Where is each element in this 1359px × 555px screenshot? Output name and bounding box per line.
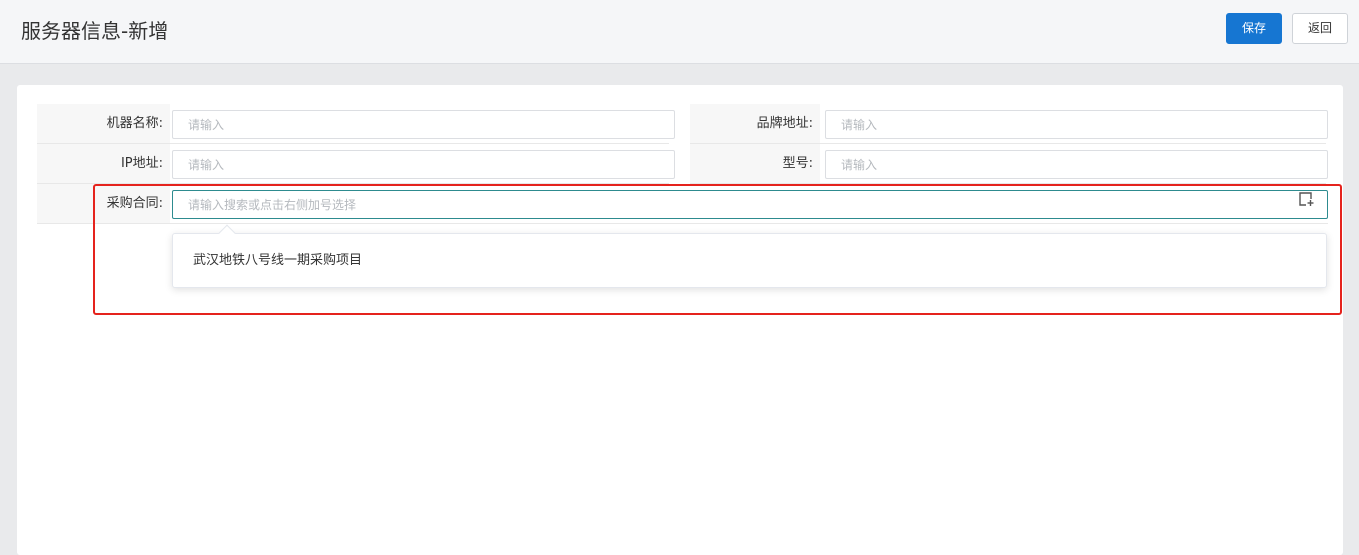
machine-name-input[interactable]: [172, 110, 675, 139]
form-row-model: 型号:: [690, 144, 1328, 184]
brand-address-label: 品牌地址:: [690, 104, 820, 143]
back-button[interactable]: 返回: [1292, 13, 1348, 44]
dropdown-arrow: [218, 224, 236, 242]
page-title: 服务器信息-新增: [21, 19, 169, 43]
save-button[interactable]: 保存: [1226, 13, 1282, 44]
page-header: 服务器信息-新增 保存 返回: [0, 0, 1359, 64]
form-row-brand-address: 品牌地址:: [690, 104, 1328, 144]
machine-name-label: 机器名称:: [37, 104, 170, 143]
model-input[interactable]: [825, 150, 1328, 179]
add-box-icon[interactable]: [1298, 191, 1314, 207]
contract-dropdown: 武汉地铁八号线一期采购项目: [172, 224, 1327, 288]
form-row-machine-name: 机器名称:: [37, 104, 675, 144]
ip-address-label: IP地址:: [37, 144, 170, 183]
brand-address-input[interactable]: [825, 110, 1328, 139]
form-row-purchase-contract: 采购合同:: [37, 184, 1328, 224]
form-row-ip-address: IP地址:: [37, 144, 675, 184]
dropdown-option[interactable]: 武汉地铁八号线一期采购项目: [193, 250, 362, 272]
form-panel: 机器名称: 品牌地址: IP地址: 型号: 采购合同: 武汉地铁八号线一期采购项…: [17, 85, 1343, 555]
ip-address-input[interactable]: [172, 150, 675, 179]
purchase-contract-input[interactable]: [172, 190, 1328, 219]
model-label: 型号:: [690, 144, 820, 183]
purchase-contract-label: 采购合同:: [37, 184, 170, 223]
